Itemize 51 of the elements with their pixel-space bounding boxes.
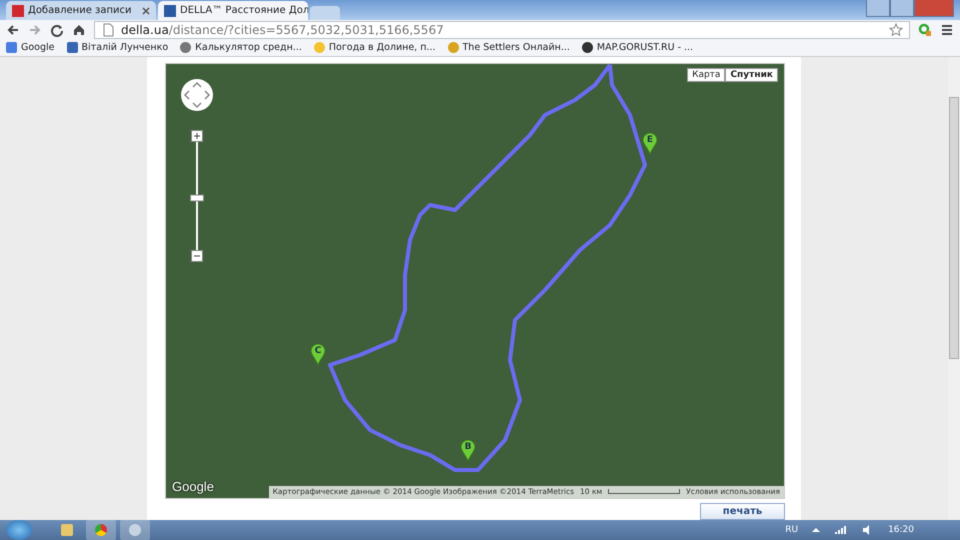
bookmark-icon <box>66 42 78 53</box>
minimize-button[interactable] <box>866 0 890 17</box>
back-icon[interactable] <box>6 22 20 37</box>
language-indicator[interactable]: RU <box>785 524 798 535</box>
bookmark-icon <box>180 42 192 53</box>
bookmark-icon <box>448 42 458 53</box>
browser-tab[interactable]: DELLA™ Расстояние Дол <box>158 1 308 20</box>
extension-icon[interactable] <box>918 22 932 37</box>
pan-control[interactable] <box>180 78 214 112</box>
taskbar-browser-button[interactable] <box>86 520 116 540</box>
bookmark-link[interactable]: The Settlers Онлайн... <box>448 42 570 53</box>
bookmark-link[interactable]: Калькулятор средн... <box>180 42 302 53</box>
bookmark-link[interactable]: Погода в Долине, п... <box>314 42 436 53</box>
map-type-button[interactable]: Карта <box>687 68 726 82</box>
taskbar-paint-button[interactable] <box>120 520 150 540</box>
site-icon <box>12 4 24 17</box>
bookmark-icon <box>314 42 325 53</box>
maximize-button[interactable] <box>890 0 914 17</box>
bookmark-icon <box>582 42 593 53</box>
zoom-out-button[interactable] <box>191 250 203 262</box>
url-text: della.ua/distance/?cities=5567,5032,5031,5166,5567 <box>121 22 444 37</box>
folder-icon <box>61 524 73 536</box>
clock[interactable]: 16:20 <box>888 524 914 535</box>
scrollbar-thumb[interactable] <box>949 96 959 359</box>
scrollbar[interactable] <box>948 56 960 520</box>
bookmark-icon <box>6 42 17 53</box>
close-icon[interactable] <box>142 6 150 15</box>
start-button[interactable] <box>6 520 32 540</box>
reload-icon[interactable] <box>50 22 64 37</box>
browser-icon <box>95 524 107 536</box>
page-icon <box>101 22 115 37</box>
signal-icon[interactable] <box>834 524 848 535</box>
zoom-slider-thumb[interactable] <box>190 194 204 202</box>
browser-tab[interactable]: Добавление записи <box>6 1 156 20</box>
bookmark-link[interactable]: Google <box>6 42 55 53</box>
site-icon <box>164 4 176 17</box>
map-type-button[interactable]: Спутник <box>725 68 778 82</box>
plus-icon <box>192 130 202 141</box>
tray-arrow-icon[interactable] <box>812 526 820 533</box>
home-icon[interactable] <box>72 22 86 37</box>
map-marker[interactable]: C <box>310 344 326 366</box>
bookmark-link[interactable]: MAP.GORUST.RU - ... <box>582 42 694 53</box>
address-bar[interactable]: della.ua/distance/?cities=5567,5032,5031,5166,5567 <box>94 20 910 39</box>
star-icon[interactable] <box>889 22 903 37</box>
print-button[interactable]: печать <box>700 502 785 520</box>
bookmark-link[interactable]: Віталій Лунченко <box>66 42 168 53</box>
map-logo: Google <box>172 478 214 494</box>
map-marker[interactable]: E <box>642 132 658 155</box>
zoom-in-button[interactable] <box>191 130 203 142</box>
map-marker[interactable]: B <box>460 440 476 462</box>
menu-icon[interactable] <box>940 22 954 37</box>
